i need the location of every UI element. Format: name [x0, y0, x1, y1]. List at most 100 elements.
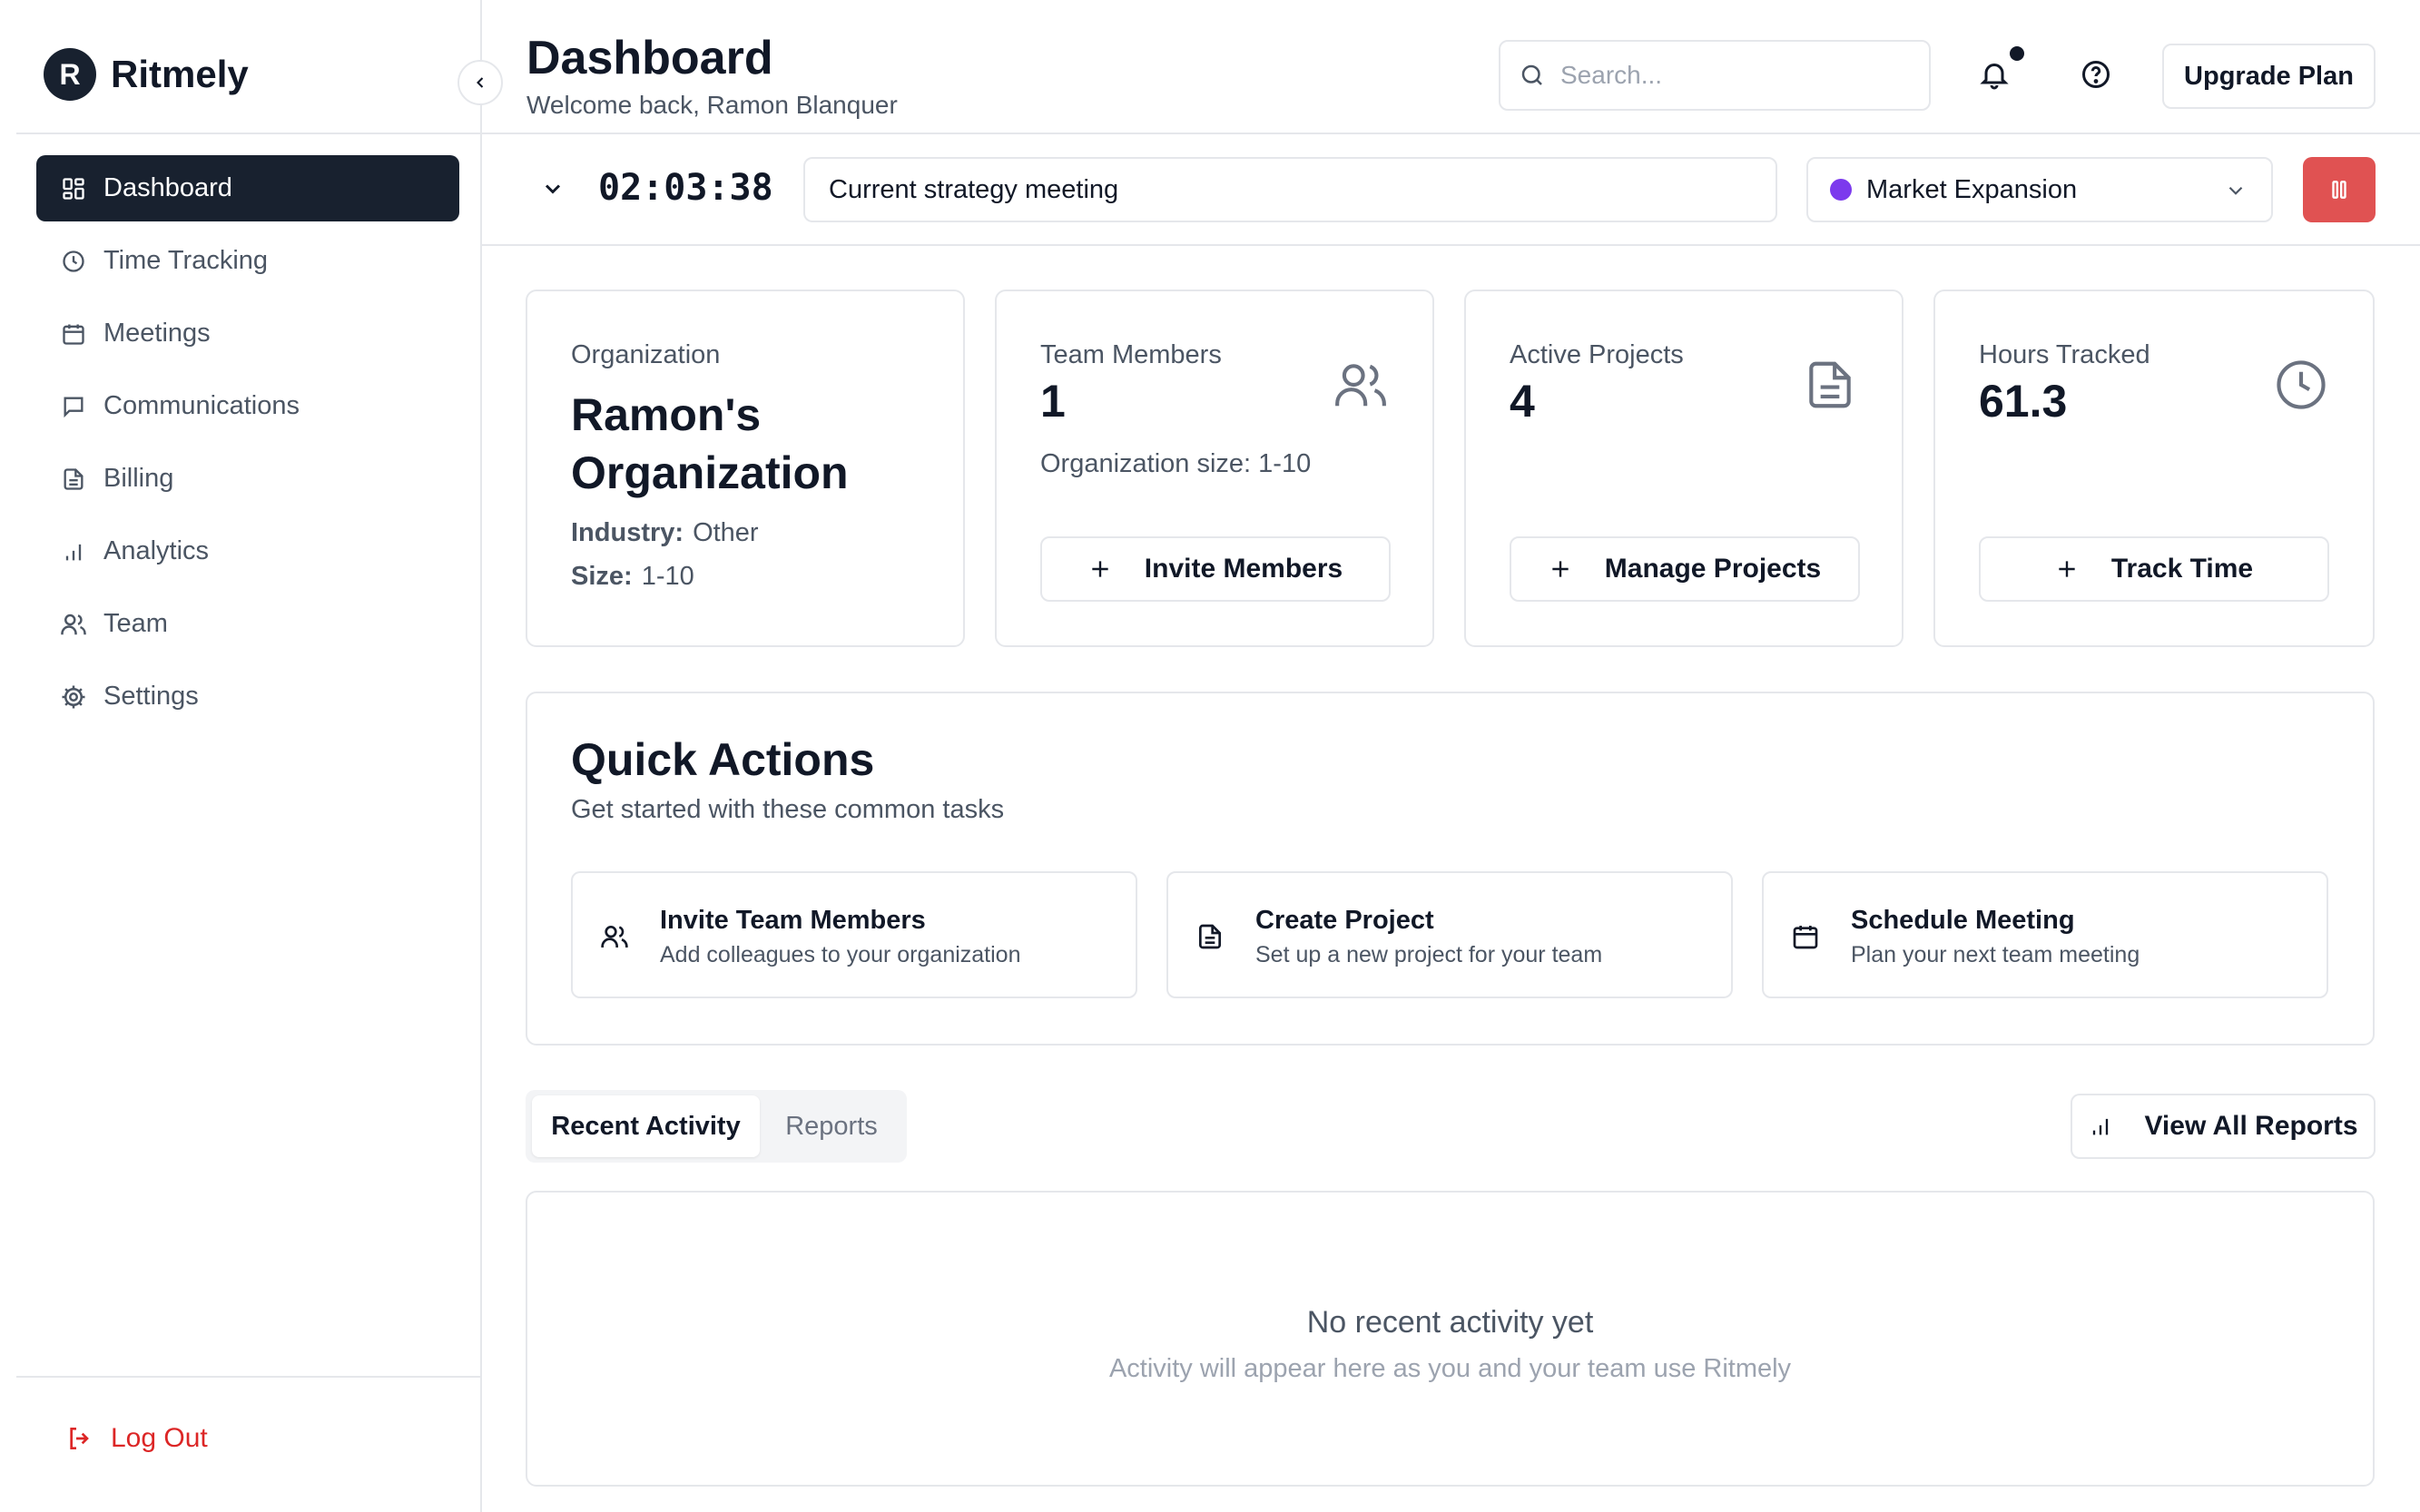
- brand[interactable]: R Ritmely: [44, 47, 249, 102]
- collapse-sidebar-button[interactable]: [457, 60, 503, 105]
- recent-activity-panel: No recent activity yet Activity will app…: [526, 1191, 2375, 1487]
- sidebar-item-time-tracking[interactable]: Time Tracking: [36, 228, 459, 294]
- tab-reports[interactable]: Reports: [762, 1095, 901, 1157]
- sidebar-item-analytics[interactable]: Analytics: [36, 518, 459, 584]
- industry-label: Industry:: [571, 518, 684, 547]
- bar-chart-icon: [2088, 1114, 2113, 1139]
- sidebar-divider: [16, 1376, 482, 1378]
- calendar-icon: [60, 320, 87, 348]
- calendar-icon: [1791, 922, 1820, 951]
- search-input[interactable]: Search...: [1499, 40, 1931, 111]
- timer-expand-button[interactable]: [540, 176, 567, 203]
- users-icon: [600, 922, 629, 951]
- empty-state-title: No recent activity yet: [1306, 1305, 1594, 1340]
- track-time-label: Track Time: [2110, 554, 2254, 584]
- sidebar-nav: Dashboard Time Tracking Meetings Communi…: [36, 155, 459, 736]
- quick-action-invite-team-members[interactable]: Invite Team Members Add colleagues to yo…: [571, 871, 1137, 998]
- view-all-reports-button[interactable]: View All Reports: [2071, 1094, 2376, 1159]
- team-members-value: 1: [1040, 376, 1066, 427]
- organization-size-note: Organization size: 1-10: [1040, 449, 1312, 478]
- view-all-reports-label: View All Reports: [2144, 1111, 2358, 1141]
- sidebar-item-team[interactable]: Team: [36, 591, 459, 657]
- sidebar-item-communications[interactable]: Communications: [36, 373, 459, 439]
- sidebar-item-label: Analytics: [103, 536, 210, 565]
- bell-icon: [1980, 64, 2009, 90]
- file-text-icon: [60, 466, 87, 493]
- timer-bar: 02:03:38 Current strategy meeting Market…: [482, 134, 2420, 246]
- plus-icon: [2059, 561, 2075, 577]
- active-projects-value: 4: [1510, 376, 1535, 427]
- logout-label: Log Out: [111, 1423, 208, 1453]
- quick-action-title: Create Project: [1255, 906, 1434, 935]
- quick-action-schedule-meeting[interactable]: Schedule Meeting Plan your next team mee…: [1762, 871, 2328, 998]
- quick-action-description: Plan your next team meeting: [1851, 942, 2140, 967]
- invite-members-button[interactable]: Invite Members: [1040, 536, 1391, 602]
- search-placeholder: Search...: [1560, 61, 1663, 89]
- organization-name: Ramon's Organization: [571, 389, 849, 498]
- bar-chart-icon: [60, 538, 87, 565]
- brand-name: Ritmely: [111, 53, 249, 95]
- team-members-label: Team Members: [1040, 340, 1222, 369]
- quick-action-title: Schedule Meeting: [1851, 906, 2075, 935]
- project-select[interactable]: Market Expansion: [1806, 157, 2273, 222]
- sidebar-item-label: Meetings: [103, 319, 211, 348]
- timer-elapsed: 02:03:38: [598, 167, 773, 209]
- empty-state-subtitle: Activity will appear here as you and you…: [1108, 1354, 1792, 1383]
- activity-tabs: Recent Activity Reports: [526, 1090, 907, 1163]
- track-time-button[interactable]: Track Time: [1979, 536, 2329, 602]
- chevron-left-icon: [477, 77, 484, 88]
- manage-projects-label: Manage Projects: [1604, 554, 1822, 584]
- stop-timer-button[interactable]: [2303, 157, 2376, 222]
- chevron-down-icon: [2228, 186, 2243, 195]
- sidebar-divider: [16, 133, 482, 134]
- gear-icon: [60, 683, 87, 711]
- sidebar: R Ritmely Dashboard Time Tracking Meetin…: [0, 0, 482, 1512]
- clock-icon: [60, 248, 87, 275]
- organization-industry: Industry: Other: [571, 518, 759, 548]
- dashboard-grid-icon: [60, 175, 87, 202]
- project-color-dot: [1830, 179, 1852, 201]
- active-projects-card: Active Projects 4 Manage Projects: [1464, 290, 1904, 647]
- hours-tracked-value: 61.3: [1979, 376, 2068, 427]
- invite-members-label: Invite Members: [1144, 554, 1343, 584]
- brand-logo: R: [44, 48, 96, 101]
- logout-button[interactable]: Log Out: [65, 1423, 208, 1454]
- plus-icon: [1552, 561, 1569, 577]
- sidebar-item-dashboard[interactable]: Dashboard: [36, 155, 459, 221]
- help-button[interactable]: [2080, 58, 2116, 94]
- clock-icon: [2273, 357, 2329, 413]
- active-projects-label: Active Projects: [1510, 340, 1684, 369]
- chevron-down-icon: [545, 184, 561, 194]
- sidebar-item-label: Billing: [103, 464, 174, 493]
- upgrade-plan-button[interactable]: Upgrade Plan: [2162, 44, 2376, 109]
- users-icon: [1333, 357, 1389, 413]
- page-title: Dashboard: [526, 32, 773, 84]
- sidebar-item-label: Settings: [103, 682, 199, 711]
- organization-label: Organization: [571, 340, 721, 369]
- team-members-card: Team Members 1 Organization size: 1-10 I…: [995, 290, 1434, 647]
- header: Dashboard Welcome back, Ramon Blanquer S…: [482, 0, 2420, 134]
- organization-size: Size: 1-10: [571, 562, 694, 592]
- quick-action-create-project[interactable]: Create Project Set up a new project for …: [1166, 871, 1733, 998]
- pause-icon: [2332, 181, 2346, 199]
- project-select-value: Market Expansion: [1866, 174, 2078, 204]
- notifications-button[interactable]: [1978, 58, 2014, 94]
- help-circle-icon: [2082, 61, 2110, 88]
- users-icon: [60, 611, 87, 638]
- sidebar-item-label: Communications: [103, 391, 300, 420]
- quick-action-description: Set up a new project for your team: [1255, 942, 1603, 967]
- size-value: 1-10: [641, 562, 694, 591]
- sidebar-item-settings[interactable]: Settings: [36, 663, 459, 730]
- plus-icon: [1092, 561, 1108, 577]
- page-subtitle: Welcome back, Ramon Blanquer: [526, 91, 898, 119]
- sidebar-item-label: Team: [103, 609, 168, 638]
- sidebar-item-billing[interactable]: Billing: [36, 446, 459, 512]
- organization-card: Organization Ramon's Organization Indust…: [526, 290, 965, 647]
- size-label: Size:: [571, 562, 633, 591]
- message-icon: [60, 393, 87, 420]
- notification-badge: [2010, 46, 2024, 61]
- tab-recent-activity[interactable]: Recent Activity: [532, 1095, 760, 1157]
- sidebar-item-meetings[interactable]: Meetings: [36, 300, 459, 367]
- timer-description-input[interactable]: Current strategy meeting: [803, 157, 1777, 222]
- manage-projects-button[interactable]: Manage Projects: [1510, 536, 1860, 602]
